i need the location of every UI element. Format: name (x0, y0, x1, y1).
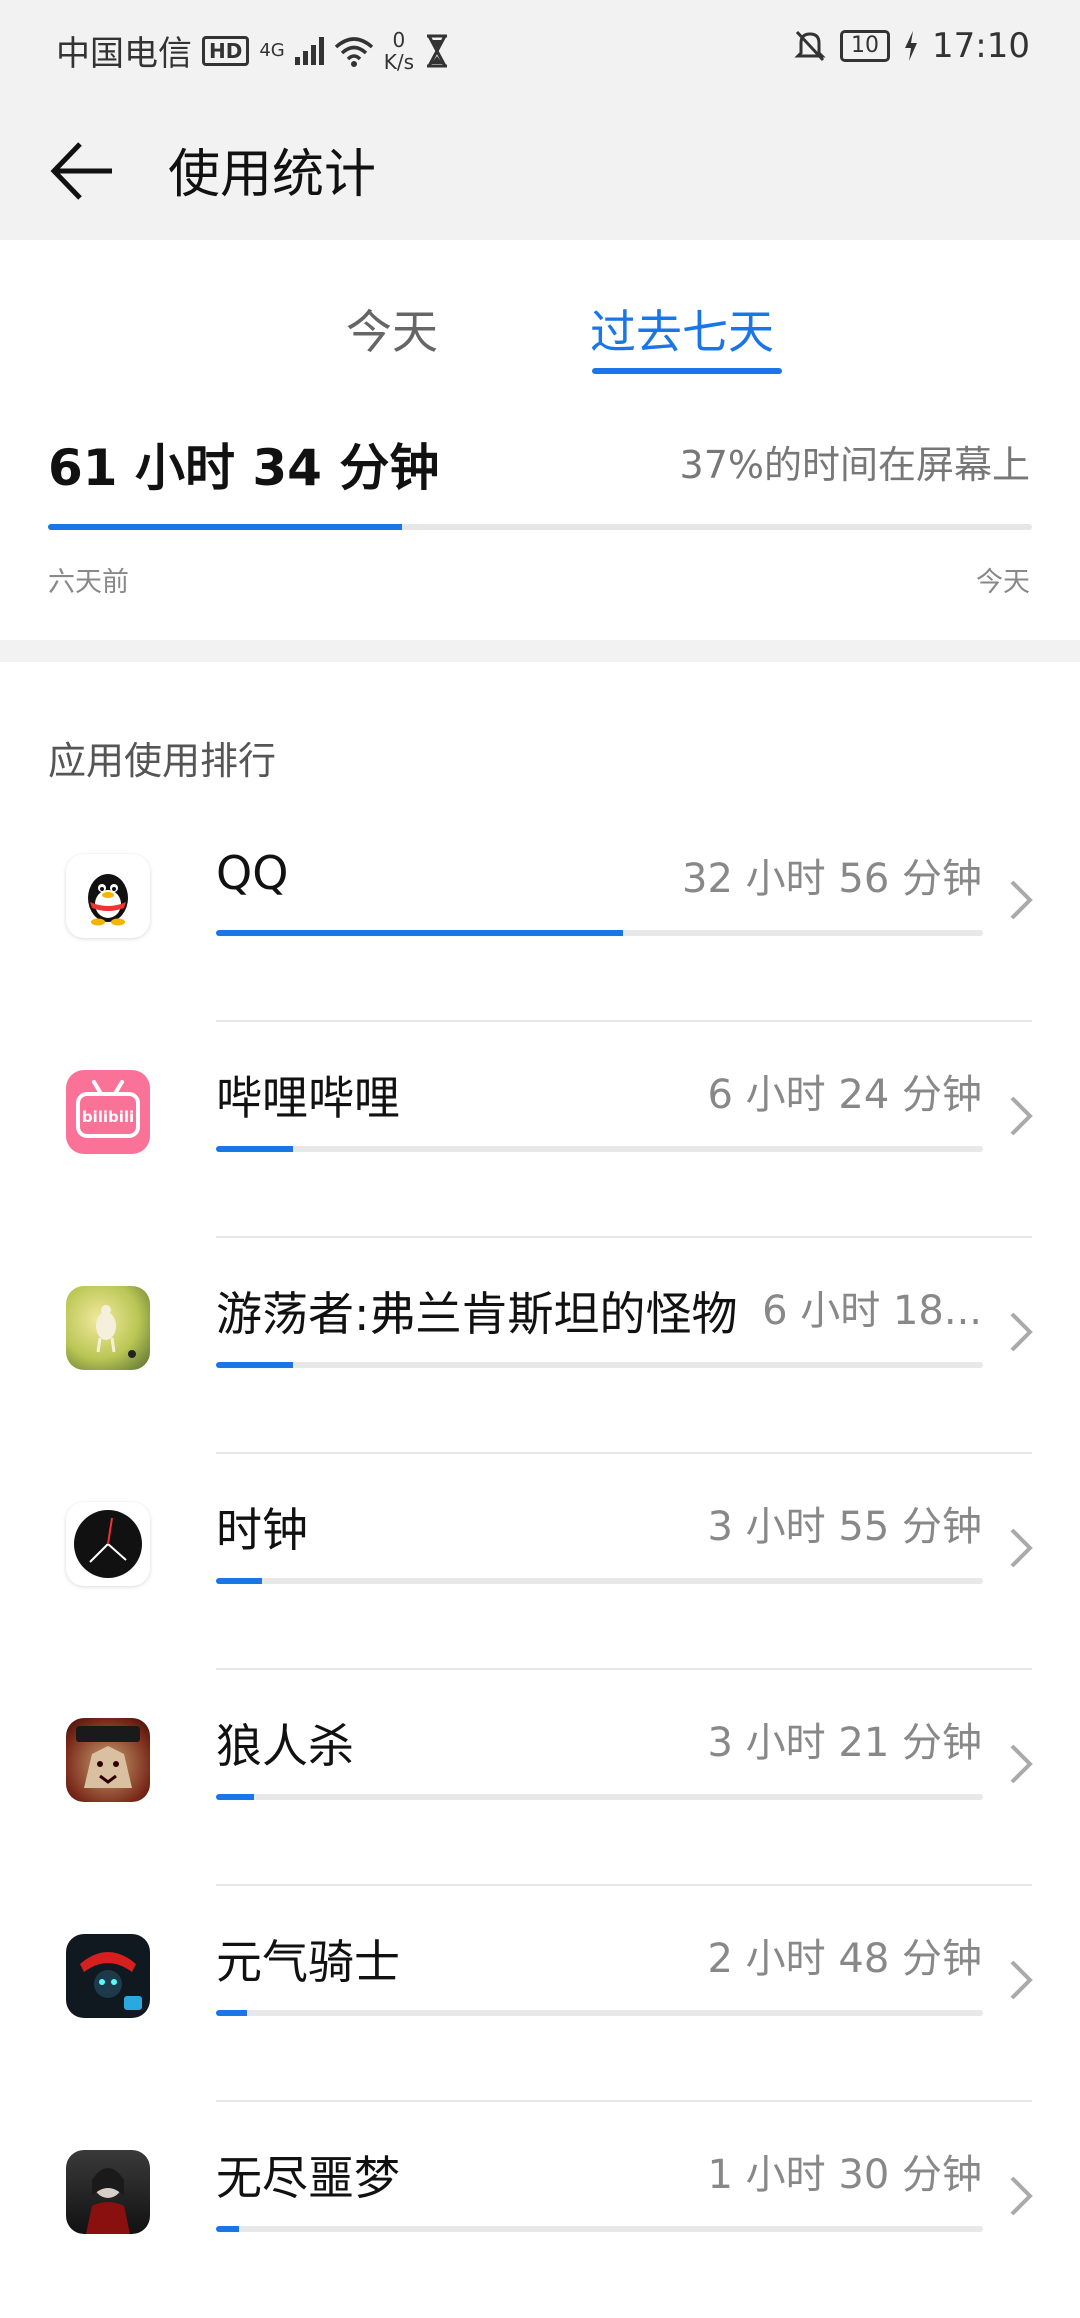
app-usage-bar (216, 1362, 983, 1368)
app-usage-bar (216, 1794, 983, 1800)
wanderer-game-icon (66, 1286, 150, 1370)
app-usage-time: 6 小时 24 分钟 (707, 1072, 983, 1118)
chevron-right-icon (1010, 1096, 1033, 1136)
app-name: 狼人杀 (216, 1719, 354, 1773)
total-usage-time: 61 小时 34 分钟 (48, 439, 440, 497)
chevron-right-icon (1010, 880, 1033, 920)
app-row-endless-nightmare[interactable]: 无尽噩梦 1 小时 30 分钟 (0, 2102, 1080, 2318)
chevron-right-icon (1010, 1312, 1033, 1352)
app-row-werewolf[interactable]: 狼人杀 3 小时 21 分钟 (0, 1670, 1080, 1886)
ranking-title: 应用使用排行 (48, 739, 277, 783)
total-usage-bar (48, 524, 1032, 530)
app-usage-time: 3 小时 21 分钟 (707, 1720, 983, 1766)
tab-indicator (592, 368, 782, 374)
app-usage-time: 3 小时 55 分钟 (707, 1504, 983, 1550)
battery-icon: 10 (840, 30, 891, 62)
app-row-qq[interactable]: QQ 32 小时 56 分钟 (0, 806, 1080, 1022)
app-name: QQ (216, 846, 289, 900)
app-row-wanderer[interactable]: 游荡者:弗兰肯斯坦的怪物 6 小时 18... (0, 1238, 1080, 1454)
carrier-label: 中国电信 (56, 34, 192, 74)
app-row-soul-knight[interactable]: 元气骑士 2 小时 48 分钟 (0, 1886, 1080, 2102)
clock-time: 17:10 (932, 26, 1030, 66)
chevron-right-icon (1010, 2176, 1033, 2216)
period-tabs: 今天 过去七天 (0, 240, 1080, 400)
page-title: 使用统计 (168, 145, 377, 205)
total-usage-bar-fill (48, 524, 403, 530)
app-usage-bar (216, 1146, 983, 1152)
screen-time-ratio: 37%的时间在屏幕上 (679, 443, 1030, 487)
app-usage-time: 1 小时 30 分钟 (707, 2152, 983, 2198)
app-usage-time: 2 小时 48 分钟 (707, 1936, 983, 1982)
app-row-bilibili[interactable]: bilibili 哔哩哔哩 6 小时 24 分钟 (0, 1022, 1080, 1238)
app-usage-bar (216, 2010, 983, 2016)
chevron-right-icon (1010, 1528, 1033, 1568)
signal-icon (294, 36, 324, 65)
app-usage-bar (216, 930, 983, 936)
app-usage-time: 6 小时 18... (762, 1288, 982, 1334)
chevron-right-icon (1010, 1960, 1033, 2000)
net-speed-unit: K/s (383, 49, 415, 74)
status-bar: 中国电信 HD 4G 0 K/s 10 17:10 (0, 0, 1080, 100)
net-speed-value: 0 (392, 27, 406, 52)
back-arrow-icon[interactable] (46, 136, 122, 206)
endless-nightmare-icon (66, 2150, 150, 2234)
tab-today[interactable]: 今天 (346, 296, 438, 362)
charging-icon (905, 31, 918, 61)
app-usage-bar-fill (216, 1794, 255, 1800)
network-type: 4G (259, 40, 285, 61)
app-usage-bar (216, 2226, 983, 2232)
hd-icon: HD (202, 35, 250, 66)
app-usage-bar (216, 1578, 983, 1584)
tab-past-seven-days[interactable]: 过去七天 (590, 296, 774, 362)
status-right: 10 17:10 (794, 26, 1030, 66)
app-name: 无尽噩梦 (216, 2151, 400, 2205)
svg-text:bilibili: bilibili (82, 1108, 134, 1126)
qq-icon (66, 854, 150, 938)
range-start-label: 六天前 (48, 567, 129, 598)
app-usage-bar-fill (216, 2226, 239, 2232)
range-end-label: 今天 (976, 567, 1030, 598)
app-usage-bar-fill (216, 2010, 247, 2016)
net-speed: 0 K/s (384, 29, 414, 73)
app-usage-bar-fill (216, 1578, 263, 1584)
wifi-icon (334, 36, 373, 67)
app-name: 游荡者:弗兰肯斯坦的怪物 (216, 1287, 738, 1341)
app-usage-bar-fill (216, 1146, 293, 1152)
werewolf-icon (66, 1718, 150, 1802)
section-divider (0, 640, 1080, 662)
app-name: 元气骑士 (216, 1935, 400, 1989)
app-name: 哔哩哔哩 (216, 1071, 400, 1125)
chevron-right-icon (1010, 1744, 1033, 1784)
hourglass-icon (427, 34, 448, 67)
app-usage-bar-fill (216, 930, 623, 936)
app-row-clock[interactable]: 时钟 3 小时 55 分钟 (0, 1454, 1080, 1670)
app-usage-time: 32 小时 56 分钟 (682, 856, 982, 902)
status-left: 中国电信 HD 4G 0 K/s (56, 26, 450, 75)
clock-icon (66, 1502, 150, 1586)
soul-knight-icon (66, 1934, 150, 2018)
mute-bell-icon (794, 30, 826, 62)
app-name: 时钟 (216, 1503, 308, 1557)
app-header: 使用统计 (0, 100, 1080, 240)
app-usage-bar-fill (216, 1362, 293, 1368)
bilibili-icon: bilibili (66, 1070, 150, 1154)
